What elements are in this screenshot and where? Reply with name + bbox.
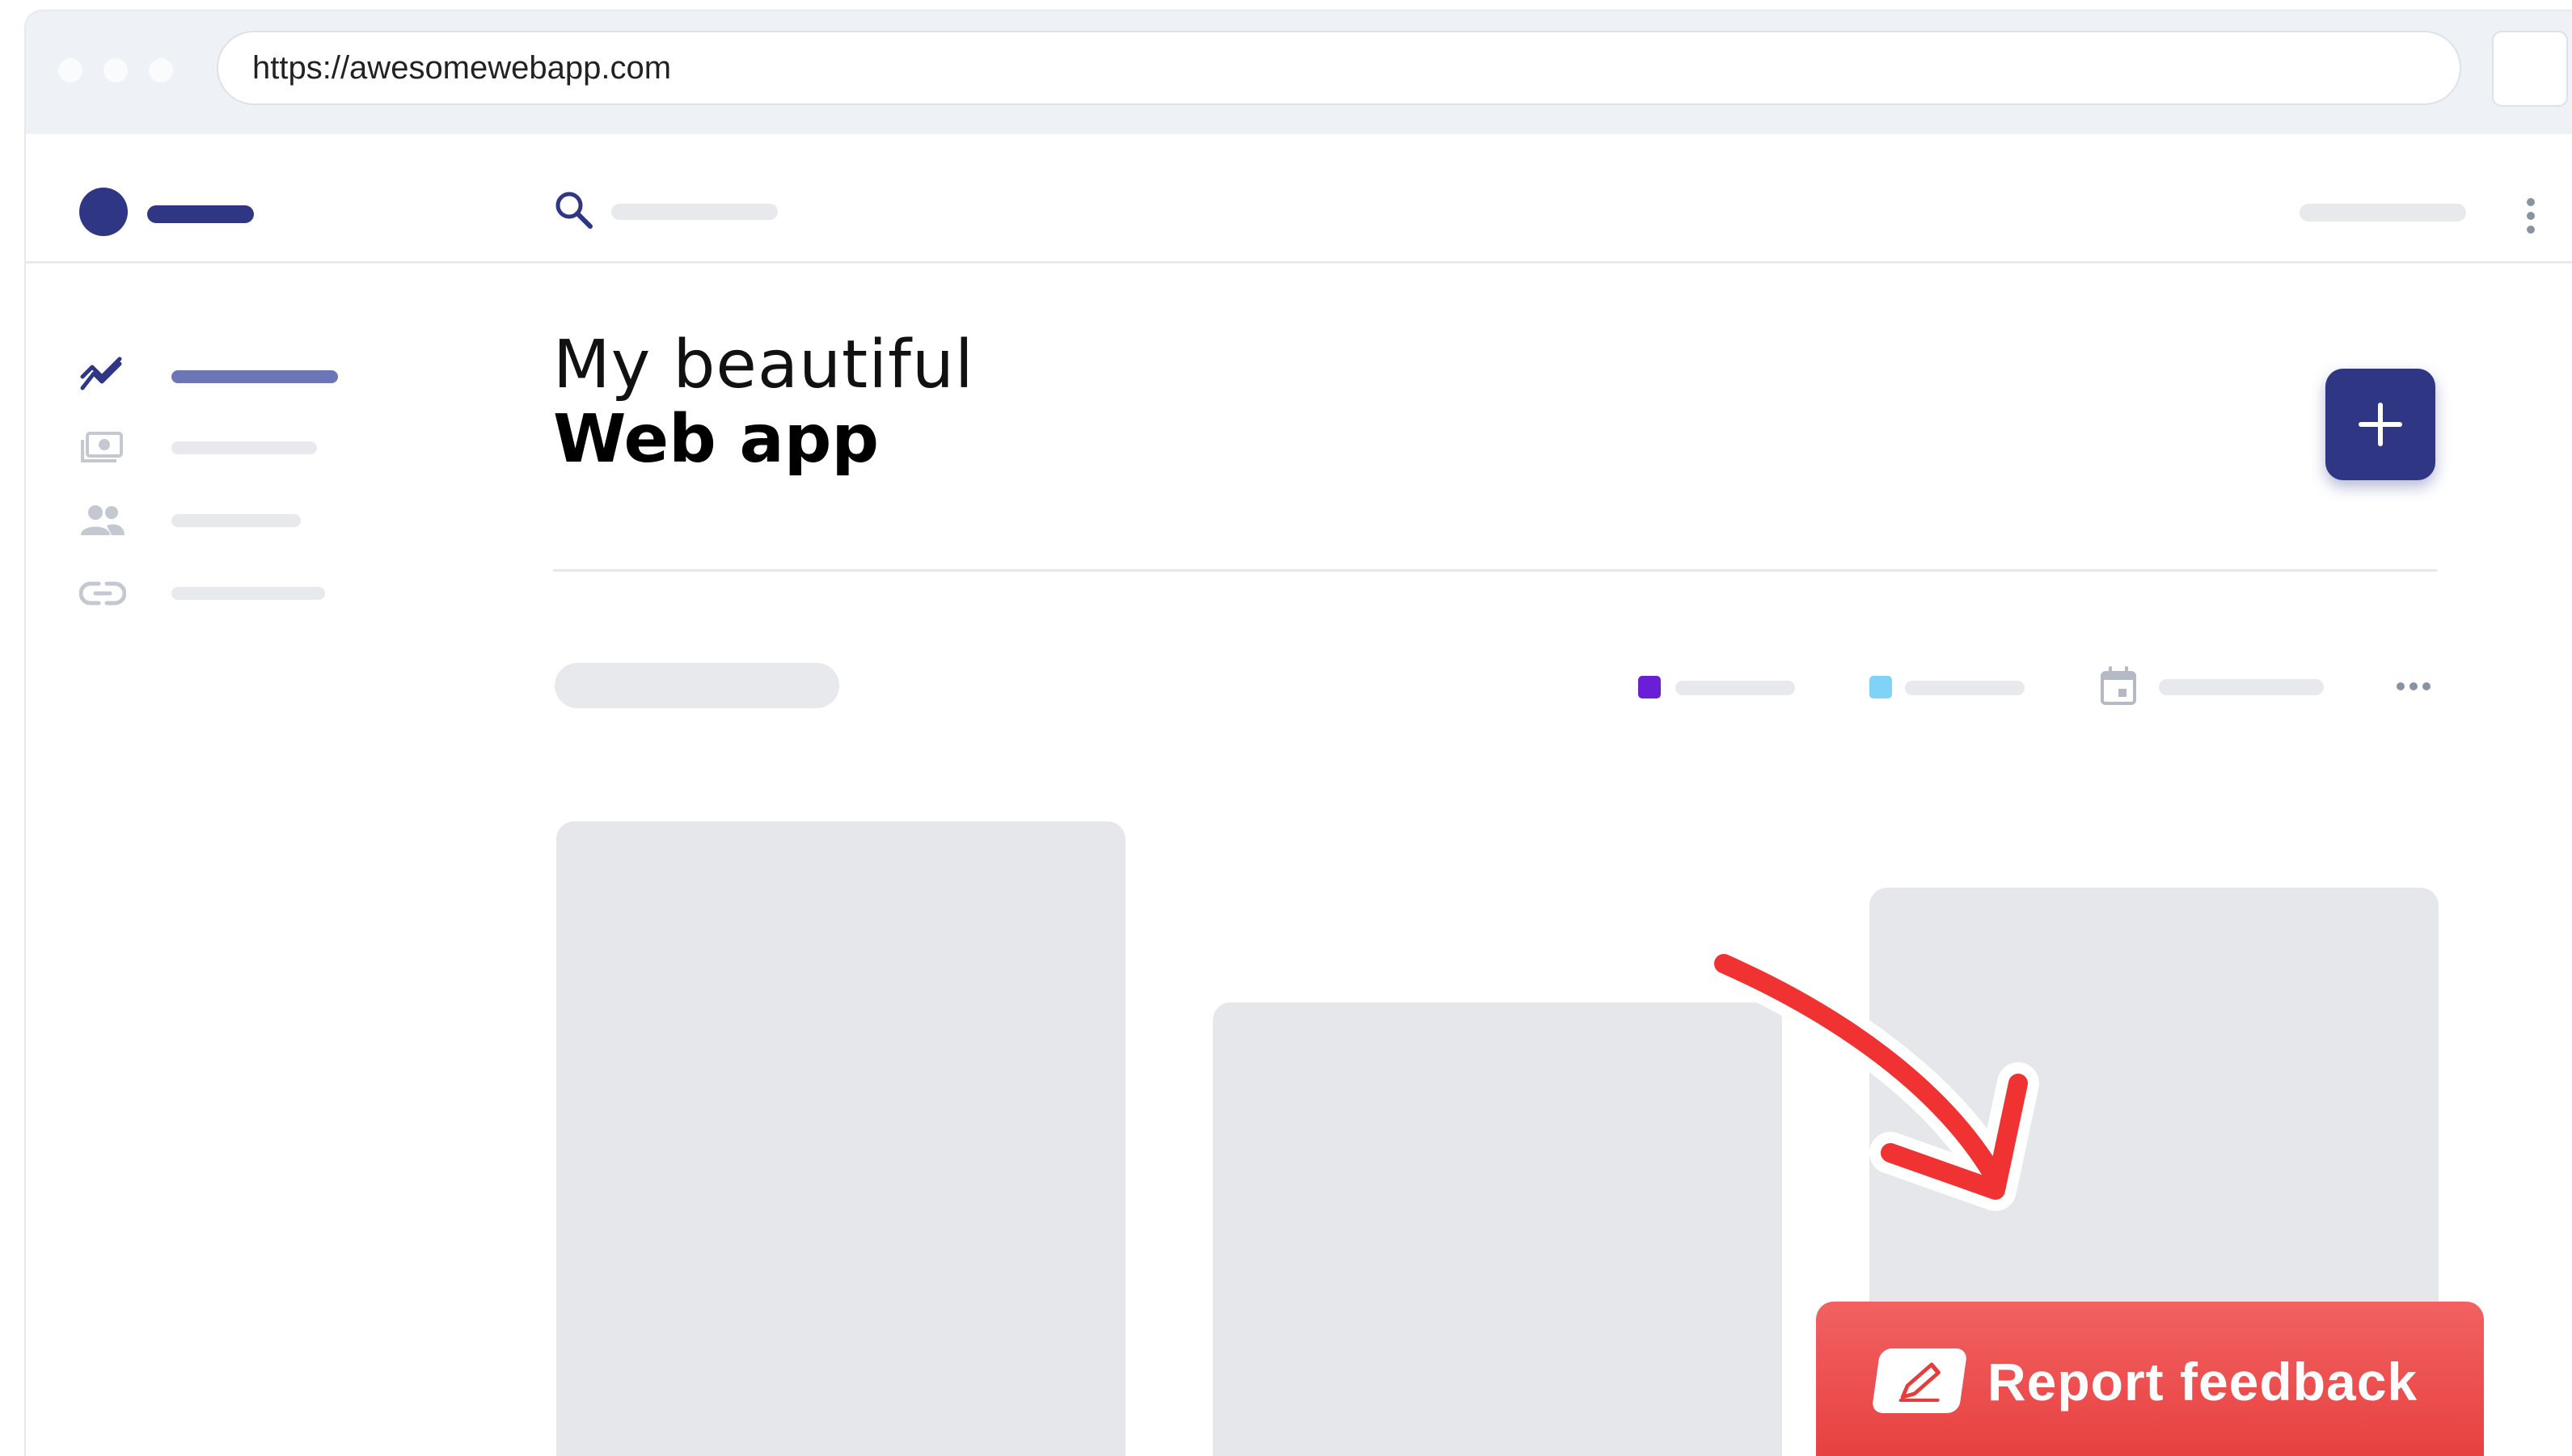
report-feedback-icon-box [1871,1348,1968,1413]
content-card-1 [556,821,1126,1456]
logo-mark[interactable] [79,188,128,236]
filter-dropdown-placeholder[interactable] [555,663,839,708]
app-top-nav [26,134,2572,264]
sidebar-item-analytics-label [171,370,338,383]
money-icon [79,430,125,466]
more-vertical-icon[interactable] [2524,196,2537,236]
report-feedback-label: Report feedback [1987,1352,2418,1412]
header-divider [553,569,2437,572]
legend-swatch-purple [1638,676,1661,698]
link-icon [78,579,127,608]
curved-arrow-icon [1675,933,2080,1240]
window-minimize-dot[interactable] [103,58,128,82]
legend-swatch-lightblue [1869,676,1892,698]
sidebar [26,264,479,1456]
date-range-picker[interactable] [2099,663,2366,708]
user-menu-placeholder[interactable] [2300,204,2466,222]
date-range-label-placeholder [2159,679,2324,695]
legend-label-placeholder [1675,681,1795,695]
trend-icon [79,356,125,395]
window-maximize-dot[interactable] [149,58,173,82]
search-icon[interactable] [553,189,595,231]
pencil-icon [1894,1357,1949,1405]
sidebar-item-billing[interactable] [79,424,338,472]
sidebar-item-users[interactable] [79,496,338,545]
address-bar[interactable]: https://awesomewebapp.com [217,31,2461,105]
sidebar-item-billing-label [171,441,317,454]
report-feedback-button[interactable]: Report feedback [1816,1302,2484,1456]
logo-wordmark-placeholder [147,205,254,223]
page-title-line1: My beautiful [553,327,974,403]
window-close-dot[interactable] [58,58,82,82]
more-horizontal-icon[interactable] [2395,674,2432,698]
browser-chrome: https://awesomewebapp.com [26,11,2572,134]
add-button[interactable] [2325,369,2435,480]
plus-icon [2356,400,2405,449]
browser-window: https://awesomewebapp.com My beautiful W… [24,10,2572,1456]
calendar-icon [2099,666,2138,707]
legend-label-placeholder [1905,681,2025,695]
sidebar-item-users-label [171,514,301,527]
sidebar-item-analytics[interactable] [79,351,338,399]
sidebar-item-links-label [171,587,325,600]
legend-item-1 [1638,674,1800,698]
legend-item-2 [1869,674,2031,698]
address-bar-url: https://awesomewebapp.com [252,50,672,86]
browser-extension-button[interactable] [2492,31,2568,107]
users-icon [79,503,126,538]
sidebar-item-links[interactable] [78,569,338,618]
page-title-line2: Web app [553,401,880,478]
search-input-placeholder[interactable] [611,204,778,220]
